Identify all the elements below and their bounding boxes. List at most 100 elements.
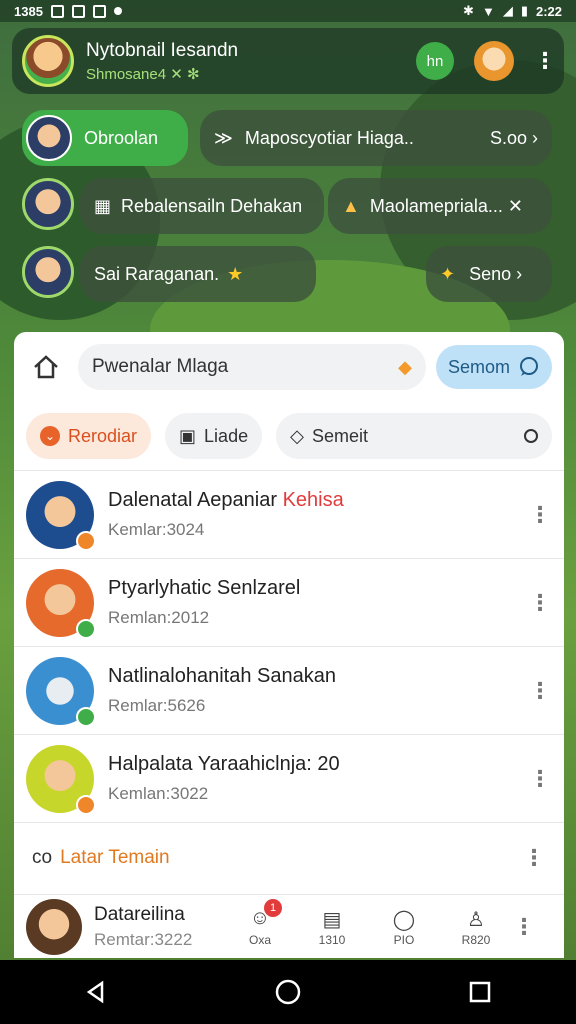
status-badge [76,618,96,639]
chat-highlight: Kehisa [282,489,344,511]
filter-rerodiar[interactable]: ⌄ Rerodiar [26,413,152,459]
header-subtitle: Shmosane4 ✕ ✻ [86,65,200,83]
filter-semeit[interactable]: ◇ Semeit [276,413,552,459]
chip-label: Rebalensailn Dehakan [121,195,303,216]
chip-sai[interactable]: Sai Raraganan. ★ [80,246,316,302]
profile-badge-button[interactable]: hn [416,42,454,80]
chip-rebalensailn[interactable]: ▦ Rebalensailn Dehakan [80,178,324,234]
search-button[interactable]: Semom [436,345,552,389]
share-icon: ≫ [214,127,233,148]
more-options-icon[interactable]: ⋮ [528,590,552,616]
chip-maolame[interactable]: ▲ Maolamepriala... ✕ [328,178,552,234]
contact-avatar[interactable] [22,178,74,230]
chip-label: Maposcyotiar Hiaga.. [244,127,414,148]
nav-messages[interactable]: ◯ PIO [368,907,440,947]
more-options-icon[interactable]: ⋮ [528,678,552,704]
chat-subtitle: Kemlan:3022 [108,784,209,803]
chat-title: Dalenatal Aepaniar Kehisa [108,489,344,511]
chip-obroolan[interactable]: Obroolan [22,110,188,166]
chip-seno[interactable]: ✦ Seno › [426,246,552,302]
time-left: 1385 [14,3,43,19]
chat-avatar [26,656,96,727]
status-badge [76,794,96,815]
current-chat-text[interactable]: Datareilina Remtar:3222 [94,904,224,950]
bottom-bar: Datareilina Remtar:3222 ☺ 1 Oxa ▤ 1310 ◯… [14,894,564,958]
chat-subtitle: Remlan:2012 [108,608,210,627]
chat-text: Ptyarlyhatic Senlzarel Remlan:2012 [108,577,528,628]
search-button-label: Semom [447,356,510,377]
chip-label: Maolamepriala... ✕ [369,195,523,216]
system-nav-bar [0,960,576,1024]
nav-label: 1310 [318,932,346,947]
home-icon[interactable] [26,347,66,387]
gallery-icon [50,4,64,18]
nav-label: R820 [461,932,491,947]
chat-row[interactable]: Natlinalohanitah Sanakan Remlar:5626 ⋮ [14,646,564,734]
chip-label: Sai Raraganan. [94,263,220,284]
more-options-icon[interactable]: ⋮ [528,502,552,528]
user-avatar[interactable] [474,41,514,81]
chip-label: Obroolan [84,127,159,148]
filter-row: ⌄ Rerodiar ▣ Liade ◇ Semeit [14,404,564,468]
chat-row[interactable]: Dalenatal Aepaniar Kehisa Kemlar:3024 ⋮ [14,470,564,558]
search-input[interactable]: Pwenalar Mlaga ◆ [78,344,426,390]
more-options-icon[interactable]: ⋮ [512,914,536,940]
more-options-icon[interactable]: ⋮ [534,48,556,74]
current-chat-subtitle: Remtar:3222 [94,929,193,949]
home-nav-icon[interactable] [273,977,303,1007]
chat-list-card: Pwenalar Mlaga ◆ Semom ⌄ Rerodiar ▣ Liad… [14,332,564,958]
nav-profile[interactable]: ♙ R820 [440,907,512,947]
link-icon: co [32,846,53,868]
filter-label: Semeit [311,425,368,446]
calendar-icon: ▤ [322,908,342,931]
recents-icon[interactable] [465,977,495,1007]
nav-calendar[interactable]: ▤ 1310 [296,907,368,947]
current-chat-avatar[interactable] [26,898,82,955]
calendar-icon: ▣ [179,425,197,446]
contact-avatar-2[interactable] [22,246,74,298]
battery-icon: ▮ [520,3,528,18]
grid-icon: ▦ [94,195,112,216]
unread-badge: 1 [264,898,282,917]
star-icon: ★ [227,263,244,284]
chat-icon [520,357,538,376]
friends-row[interactable]: co Latar Temain ⋮ [14,822,564,892]
message-bubble-icon: ◯ [392,908,416,931]
chat-text: Halpalata Yaraahiclnja: 20 Kemlan:3022 [108,753,528,804]
signal-icon: ◢ [502,3,513,18]
chat-subtitle: Remlar:5626 [108,696,206,715]
chat-row[interactable]: Ptyarlyhatic Senlzarel Remlan:2012 ⋮ [14,558,564,646]
chat-header: Nytobnail Iesandn Shmosane4 ✕ ✻ hn ⋮ [12,28,564,94]
chat-subtitle: Kemlar:3024 [108,520,205,539]
status-bar: 1385 ✱ ▼ ◢ ▮ 2:22 [0,0,576,22]
more-options-icon[interactable]: ⋮ [522,845,546,871]
filter-label: Rerodiar [68,425,138,446]
notification-dot-icon [113,7,122,15]
chip-group[interactable]: ≫ Maposcyotiar Hiaga.. S.oo › [200,110,552,166]
bluetooth-icon: ✱ [463,3,474,18]
chat-avatar [26,744,96,815]
tag-outline-icon: ◇ [290,425,304,446]
message-icon [92,4,106,18]
wifi-icon: ▼ [481,3,495,19]
nav-label: PIO [393,932,415,947]
filter-liade[interactable]: ▣ Liade [165,413,263,459]
group-avatar[interactable] [22,35,74,87]
chat-avatar [26,568,96,639]
chat-title: Ptyarlyhatic Senlzarel [108,577,301,599]
chat-text: Natlinalohanitah Sanakan Remlar:5626 [108,665,528,716]
search-placeholder: Pwenalar Mlaga [92,356,229,377]
chip-label: Seno › [469,263,523,284]
chat-text: Dalenatal Aepaniar Kehisa Kemlar:3024 [108,489,528,540]
nav-chat[interactable]: ☺ 1 Oxa [224,898,296,947]
more-options-icon[interactable]: ⋮ [528,766,552,792]
header-title: Nytobnail Iesandn [86,39,239,61]
chat-row[interactable]: Halpalata Yaraahiclnja: 20 Kemlan:3022 ⋮ [14,734,564,822]
status-badge [76,530,96,551]
back-icon[interactable] [81,977,111,1007]
chat-title: Halpalata Yaraahiclnja: 20 [108,753,340,775]
search-row: Pwenalar Mlaga ◆ Semom [14,332,564,402]
tag-icon: ◆ [398,356,412,377]
sparkle-icon: ✦ [440,263,456,284]
header-text[interactable]: Nytobnail Iesandn Shmosane4 ✕ ✻ [86,40,416,83]
